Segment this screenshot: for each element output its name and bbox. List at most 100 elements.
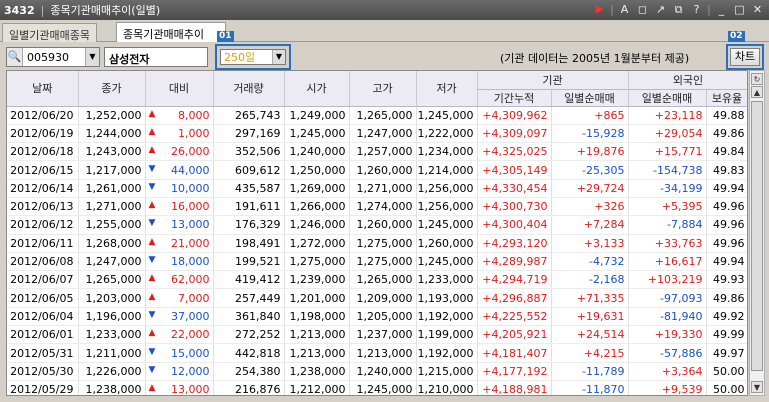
cell-close: 1,233,000 [78,325,146,345]
vertical-scrollbar[interactable]: ↻ ▲ ▼ [749,70,765,396]
triangle-up-icon: ▲ [148,145,156,156]
cell-foreign-daily: +5,395 [628,197,707,217]
tab-bar: 일별기관매매종목 종목기관매매추이 [0,20,769,42]
cell-foreign-daily: +23,118 [628,106,707,125]
cell-inst-daily: +865 [551,106,629,125]
cell-high: 1,260,000 [349,160,417,180]
cell-diff: ▲ 22,000 [145,325,214,345]
refresh-icon[interactable]: ↻ [751,73,763,85]
search-icon[interactable]: 🔍 [7,48,23,66]
chevron-down-icon[interactable]: ▼ [272,50,285,64]
tab-daily-institution-stocks[interactable]: 일별기관매매종목 [2,23,97,42]
cell-diff: ▲ 62,000 [145,270,214,290]
table-row[interactable]: 2012/05/30 1,226,000 ▼ 12,000 254,380 1,238,0… [7,362,747,381]
copy-window-icon[interactable]: ⧉ [671,2,686,17]
period-highlight: 250일 ▼ [215,44,291,70]
cell-date: 2012/06/15 [7,160,79,180]
cell-close: 1,271,000 [78,197,146,217]
table-row[interactable]: 2012/06/07 1,265,000 ▲ 62,000 419,412 1,239,0… [7,270,747,290]
cell-open: 1,266,000 [284,197,350,217]
diff-value: 18,000 [171,255,210,269]
cell-low: 1,245,000 [416,252,478,272]
table-row[interactable]: 2012/06/08 1,247,000 ▼ 18,000 199,521 1,275,0… [7,252,747,272]
window-title: 종목기관매매추이(일별) [50,4,161,17]
table-row[interactable]: 2012/06/14 1,261,000 ▼ 10,000 435,587 1,269,0… [7,179,747,198]
table-row[interactable]: 2012/06/19 1,244,000 ▲ 1,000 297,169 1,245,00… [7,124,747,144]
table-row[interactable]: 2012/06/11 1,268,000 ▲ 21,000 198,491 1,272,0… [7,234,747,253]
close-icon[interactable]: ✕ [750,2,765,17]
table-row[interactable]: 2012/06/20 1,252,000 ▲ 8,000 265,743 1,249,00… [7,106,747,125]
diff-value: 22,000 [171,328,210,342]
cell-inst-cumulative: +4,309,097 [477,124,552,144]
cell-foreign-daily: +33,763 [628,234,707,253]
cell-diff: ▲ 8,000 [145,106,214,125]
cell-open: 1,213,000 [284,343,350,363]
chart-button[interactable]: 차트 [730,48,760,66]
cell-open: 1,239,000 [284,270,350,290]
cell-foreign-holding: 49.92 [706,307,747,327]
triangle-down-icon: ▼ [148,364,156,375]
cell-diff: ▲ 13,000 [145,380,214,395]
stock-code-field[interactable]: 🔍 005930 ▼ [6,47,100,67]
cell-volume: 199,521 [213,252,285,272]
cell-date: 2012/06/05 [7,288,79,308]
scroll-thumb[interactable] [751,101,763,371]
table-row[interactable]: 2012/06/13 1,271,000 ▲ 16,000 191,611 1,266,0… [7,197,747,217]
diff-value: 15,000 [171,346,210,360]
cell-foreign-holding: 49.88 [706,106,747,125]
cell-open: 1,212,000 [284,380,350,395]
cell-inst-cumulative: +4,205,921 [477,325,552,345]
cell-foreign-daily: -7,884 [628,215,707,235]
cell-open: 1,272,000 [284,234,350,253]
table-row[interactable]: 2012/05/29 1,238,000 ▲ 13,000 216,876 1,212,0… [7,380,747,395]
minimize-icon[interactable]: _ [714,2,729,17]
grid-body: 2012/06/20 1,252,000 ▲ 8,000 265,743 1,249,00… [7,106,747,395]
table-row[interactable]: 2012/06/01 1,233,000 ▲ 22,000 272,252 1,213,0… [7,325,747,345]
cell-foreign-holding: 49.86 [706,288,747,308]
diff-value: 12,000 [171,364,210,378]
cell-inst-cumulative: +4,293,120 [477,234,552,253]
scroll-down-button[interactable]: ▼ [751,381,763,393]
chart-highlight: 차트 [726,44,764,70]
maximize-icon[interactable]: □ [732,2,747,17]
cell-foreign-daily: +15,771 [628,142,707,162]
col-inst-cumulative: 기간누적 [477,89,552,107]
tab-stock-institution-trend[interactable]: 종목기관매매추이 [116,22,226,42]
help-icon[interactable]: ? [689,2,704,17]
cell-diff: ▼ 12,000 [145,362,214,381]
table-row[interactable]: 2012/06/18 1,243,000 ▲ 26,000 352,506 1,240,0… [7,142,747,162]
triangle-down-icon: ▼ [148,181,156,192]
scroll-up-button[interactable]: ▲ [751,86,763,98]
table-row[interactable]: 2012/06/15 1,217,000 ▼ 44,000 609,612 1,250,0… [7,160,747,180]
table-row[interactable]: 2012/06/05 1,203,000 ▲ 7,000 257,449 1,201,00… [7,288,747,308]
cell-high: 1,209,000 [349,288,417,308]
diff-value: 44,000 [171,163,210,177]
cell-date: 2012/05/29 [7,380,79,395]
cell-diff: ▲ 1,000 [145,124,214,144]
triangle-up-icon: ▲ [148,383,156,394]
table-row[interactable]: 2012/06/12 1,255,000 ▼ 13,000 176,329 1,246,0… [7,215,747,235]
cell-inst-daily: -15,928 [551,124,629,144]
font-icon[interactable]: A [617,2,632,17]
cell-date: 2012/05/31 [7,343,79,363]
cell-low: 1,214,000 [416,160,478,180]
trend-table: 날짜 종가 대비 거래량 시가 고가 저가 기관 외국인 기간누적 일별순매매 … [7,71,747,395]
cell-inst-cumulative: +4,188,981 [477,380,552,395]
link-icon[interactable]: ↗ [653,2,668,17]
cell-foreign-holding: 49.96 [706,197,747,217]
chevron-down-icon[interactable]: ▼ [85,48,99,66]
cell-diff: ▼ 15,000 [145,343,214,363]
cell-low: 1,233,000 [416,270,478,290]
table-row[interactable]: 2012/05/31 1,211,000 ▼ 15,000 442,818 1,213,0… [7,343,747,363]
play-icon[interactable]: ▶ [592,2,607,17]
period-select[interactable]: 250일 ▼ [220,49,286,65]
save-screen-icon[interactable]: ◻ [635,2,650,17]
cell-close: 1,261,000 [78,179,146,198]
table-row[interactable]: 2012/06/04 1,196,000 ▼ 37,000 361,840 1,198,0… [7,307,747,327]
cell-close: 1,268,000 [78,234,146,253]
cell-open: 1,249,000 [284,106,350,125]
cell-foreign-holding: 49.93 [706,270,747,290]
cell-diff: ▼ 18,000 [145,252,214,272]
data-grid[interactable]: 날짜 종가 대비 거래량 시가 고가 저가 기관 외국인 기간누적 일별순매매 … [6,70,748,396]
cell-foreign-daily: +9,539 [628,380,707,395]
